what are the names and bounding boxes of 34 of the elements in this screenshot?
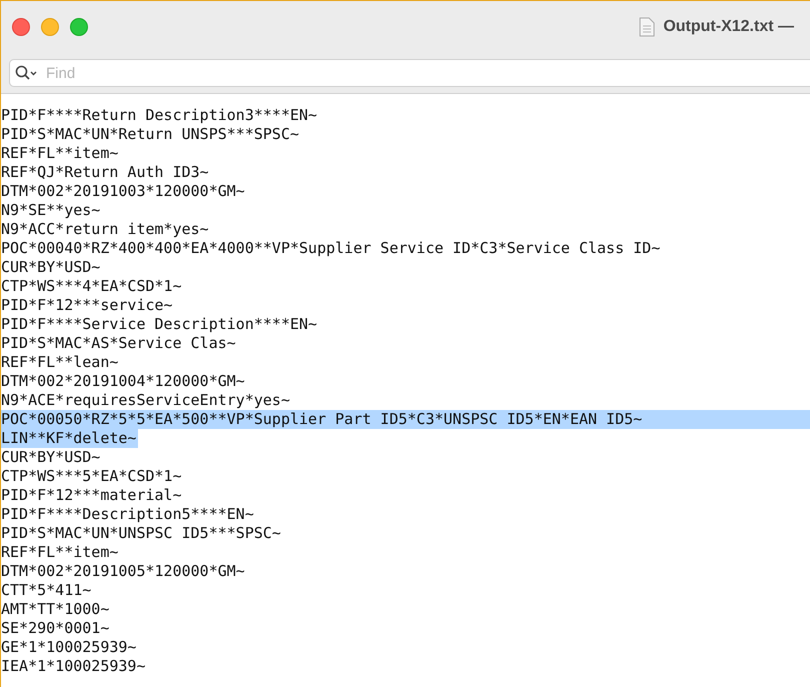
text-line: REF*FL**item~ (1, 543, 120, 562)
close-button[interactable] (12, 18, 30, 36)
text-line: IEA*1*100025939~ (1, 657, 146, 676)
search-field[interactable]: Find (9, 59, 810, 87)
text-line: REF*FL**lean~ (1, 353, 120, 372)
text-line: N9*ACE*requiresServiceEntry*yes~ (1, 391, 291, 410)
text-line: CTP*WS***4*EA*CSD*1~ (1, 277, 183, 296)
text-line: PID*F*12***service~ (1, 296, 174, 315)
text-line: REF*FL**item~ (1, 144, 120, 163)
text-line: CTP*WS***5*EA*CSD*1~ (1, 467, 183, 486)
text-line: N9*ACC*return item*yes~ (1, 220, 210, 239)
window-title: Output-X12.txt — (663, 18, 794, 36)
text-line: PID*S*MAC*UN*Return UNSPS***SPSC~ (1, 125, 300, 144)
text-line: PID*S*MAC*AS*Service Clas~ (1, 334, 237, 353)
text-line: REF*QJ*Return Auth ID3~ (1, 163, 210, 182)
text-line: PID*F****Service Description****EN~ (1, 315, 318, 334)
text-line: PID*F****Return Description3****EN~ (1, 106, 318, 125)
text-line: PID*F*12***material~ (1, 486, 183, 505)
text-line: PID*F****Description5****EN~ (1, 505, 255, 524)
text-line: DTM*002*20191003*120000*GM~ (1, 182, 246, 201)
document-icon (639, 17, 656, 37)
text-line: CUR*BY*USD~ (1, 258, 102, 277)
text-line: CTT*5*411~ (1, 581, 92, 600)
zoom-button[interactable] (70, 18, 88, 36)
text-line: CUR*BY*USD~ (1, 448, 102, 467)
text-line: POC*00040*RZ*400*400*EA*4000**VP*Supplier Service ID*C3*Service Class ID~ (1, 239, 662, 258)
text-line: AMT*TT*1000~ (1, 600, 110, 619)
text-line: GE*1*100025939~ (1, 638, 138, 657)
text-line: N9*SE**yes~ (1, 201, 102, 220)
text-line: PID*S*MAC*UN*UNSPSC ID5***SPSC~ (1, 524, 282, 543)
minimize-button[interactable] (41, 18, 59, 36)
text-line: DTM*002*20191005*120000*GM~ (1, 562, 246, 581)
text-line: DTM*002*20191004*120000*GM~ (1, 372, 246, 391)
text-line: SE*290*0001~ (1, 619, 110, 638)
